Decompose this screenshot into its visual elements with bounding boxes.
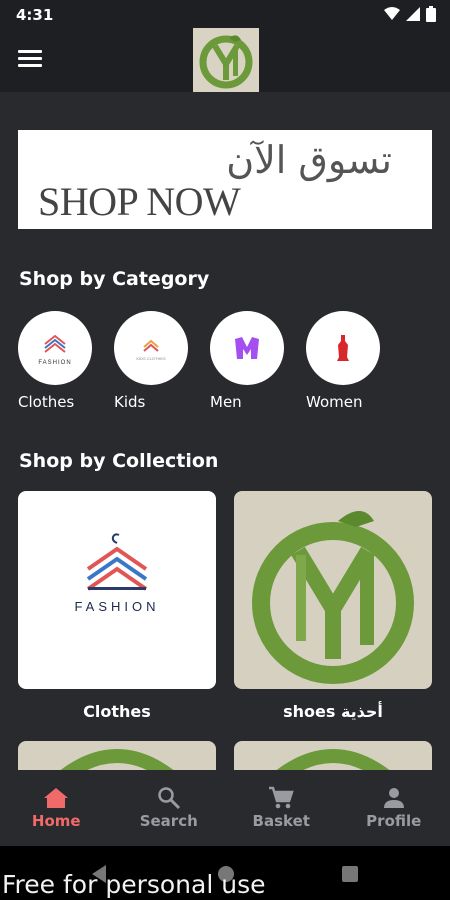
brand-logo-large bbox=[252, 511, 414, 684]
category-clothes[interactable]: FASHION Clothes bbox=[18, 311, 94, 411]
home-icon bbox=[44, 788, 69, 808]
status-time: 4:31 bbox=[16, 6, 54, 24]
category-kids-image: KIDS CLOTHES bbox=[114, 311, 188, 385]
bottom-navigation: Home Search Basket Profile bbox=[0, 770, 450, 846]
category-clothes-logo-text: FASHION bbox=[38, 360, 71, 366]
category-kids[interactable]: KIDS CLOTHES Kids bbox=[114, 311, 190, 411]
status-bar: 4:31 bbox=[0, 0, 450, 28]
nav-basket[interactable]: Basket bbox=[225, 770, 338, 846]
shop-now-banner[interactable]: تسوق الآن SHOP NOW bbox=[18, 130, 432, 229]
app-bar bbox=[0, 28, 450, 92]
nav-home[interactable]: Home bbox=[0, 770, 113, 846]
category-kids-logo-text: KIDS CLOTHES bbox=[136, 356, 166, 361]
category-label: Kids bbox=[114, 393, 146, 411]
banner-arabic-text: تسوق الآن bbox=[226, 138, 392, 182]
nav-profile[interactable]: Profile bbox=[338, 770, 450, 846]
brand-logo[interactable] bbox=[193, 28, 259, 92]
cart-icon bbox=[269, 786, 294, 809]
category-clothes-image: FASHION bbox=[18, 311, 92, 385]
nav-search-label: Search bbox=[139, 812, 198, 830]
fashion-logo-text: FASHION bbox=[74, 599, 159, 614]
collection-section-title: Shop by Collection bbox=[19, 450, 219, 472]
collection-clothes-label: Clothes bbox=[83, 702, 151, 721]
nav-profile-label: Profile bbox=[366, 812, 422, 830]
collection-shoes-label: shoes أحذية bbox=[283, 702, 383, 721]
category-section-title: Shop by Category bbox=[19, 268, 210, 290]
menu-icon[interactable] bbox=[18, 50, 42, 70]
recents-icon[interactable] bbox=[341, 865, 359, 883]
category-label: Clothes bbox=[18, 393, 75, 411]
fashion-logo: FASHION bbox=[74, 533, 159, 614]
collection-clothes-card[interactable]: FASHION bbox=[18, 491, 216, 689]
category-label: Men bbox=[210, 393, 242, 411]
nav-search[interactable]: Search bbox=[113, 770, 226, 846]
battery-icon bbox=[426, 6, 436, 22]
category-men-image bbox=[210, 311, 284, 385]
collection-shoes-card[interactable] bbox=[234, 491, 432, 689]
search-icon bbox=[158, 787, 180, 810]
nav-home-label: Home bbox=[31, 812, 81, 830]
wifi-icon bbox=[384, 7, 400, 20]
category-label: Women bbox=[306, 393, 363, 411]
status-icons bbox=[384, 6, 436, 22]
main-content[interactable]: تسوق الآن SHOP NOW Shop by Category FASH… bbox=[0, 92, 450, 770]
collection-card-partial[interactable] bbox=[18, 741, 216, 770]
nav-basket-label: Basket bbox=[252, 812, 310, 830]
watermark-text: Free for personal use bbox=[2, 870, 266, 899]
category-men[interactable]: Men bbox=[210, 311, 286, 411]
category-women-image bbox=[306, 311, 380, 385]
signal-icon bbox=[406, 7, 420, 21]
category-women[interactable]: Women bbox=[306, 311, 382, 411]
banner-english-text: SHOP NOW bbox=[38, 179, 241, 224]
person-icon bbox=[383, 788, 404, 808]
collection-card-partial[interactable] bbox=[234, 741, 432, 770]
